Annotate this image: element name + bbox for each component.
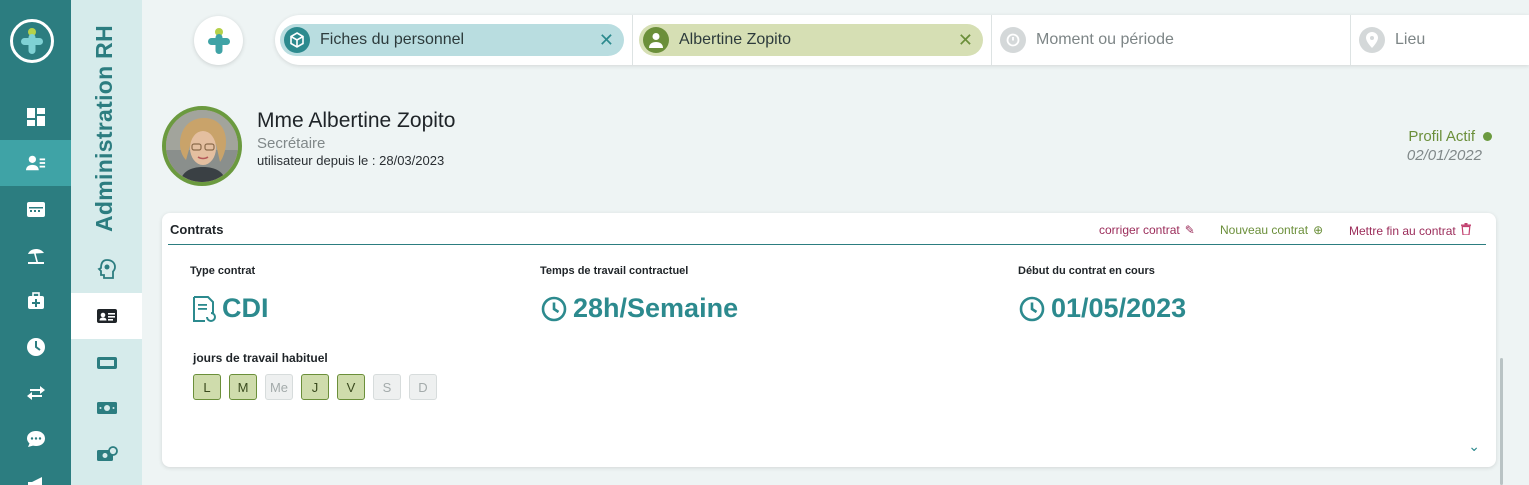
location-pin-icon [1359,27,1385,53]
cube-icon [284,27,310,53]
filter-bar: Fiches du personnel ✕ Albertine Zopito ✕… [275,15,1529,65]
day-toggle-friday[interactable]: V [337,374,365,400]
subnav-item-psychology[interactable] [71,246,142,292]
nav-transfers[interactable] [0,370,71,416]
divider [991,15,992,65]
contracts-title: Contrats [170,222,224,237]
end-contract-label: Mettre fin au contrat [1349,223,1456,238]
megaphone-icon [27,477,42,485]
nav-holidays[interactable] [0,232,71,278]
scrollbar[interactable] [1500,358,1503,485]
close-icon[interactable]: ✕ [958,30,973,50]
profile-since: utilisateur depuis le : 28/03/2023 [257,153,445,168]
day-toggle-monday[interactable]: L [193,374,221,400]
beach-umbrella-icon [27,248,44,264]
new-contract-button[interactable]: Nouveau contrat ⊕ [1220,223,1323,237]
fix-contract-label: corriger contrat [1099,223,1180,237]
contract-type-value: CDI [192,293,269,324]
contract-type-text: CDI [222,293,269,323]
nav-users[interactable] [0,140,71,186]
main-nav [0,0,71,485]
day-toggle-sunday[interactable]: D [409,374,437,400]
nav-messages[interactable] [0,416,71,462]
work-days: L M Me J V S D [193,374,445,400]
profile-role: Secrétaire [257,135,326,152]
contracts-card: Contrats corriger contrat ✎ Nouveau cont… [162,213,1496,467]
sub-nav: Administration RH [71,0,142,485]
profile-status-label: Profil Actif [1408,128,1475,145]
add-circle-icon: ⊕ [1313,223,1324,237]
money-settings-icon [96,446,118,461]
subnav-item-tickets[interactable] [71,340,142,386]
filter-chip-module[interactable]: Fiches du personnel ✕ [280,24,624,56]
chevron-down-icon[interactable]: ⌄ [1468,438,1480,455]
contract-start-label: Début du contrat en cours [1018,265,1155,277]
fix-contract-button[interactable]: corriger contrat ✎ [1099,223,1195,237]
profile-status: Profil Actif [1408,128,1492,145]
users-list-icon [25,155,45,171]
person-icon [643,27,669,53]
divider [168,244,1486,245]
filter-chip-person[interactable]: Albertine Zopito ✕ [639,24,983,56]
pencil-icon: ✎ [1184,223,1195,237]
clock-icon [26,338,45,356]
nav-time[interactable] [0,324,71,370]
head-gear-icon [96,259,116,279]
transfer-arrows-icon [26,386,45,400]
close-icon[interactable]: ✕ [599,30,614,50]
subnav-item-contracts[interactable] [71,293,142,339]
nav-schedule[interactable] [0,186,71,232]
divider [1350,15,1351,65]
work-time-value: 28h/Semaine [541,293,738,324]
dashboard-icon [26,108,45,126]
new-contract-label: Nouveau contrat [1220,223,1309,237]
ticket-icon [96,357,117,369]
app-logo-icon[interactable] [10,19,54,63]
day-toggle-saturday[interactable]: S [373,374,401,400]
filter-chip-module-label: Fiches du personnel [320,31,465,48]
profile-name: Mme Albertine Zopito [257,109,456,132]
home-logo-icon[interactable] [194,16,243,65]
medical-kit-icon [27,292,44,309]
work-time-label: Temps de travail contractuel [540,265,689,277]
banknote-icon [96,402,117,414]
end-contract-button[interactable]: Mettre fin au contrat [1349,223,1471,238]
status-dot-icon [1483,132,1492,141]
profile-status-date: 02/01/2022 [1406,147,1482,164]
contract-type-label: Type contrat [190,265,256,277]
contract-start-text: 01/05/2023 [1051,293,1187,323]
subnav-item-salary[interactable] [71,385,142,431]
timer-icon [1000,27,1026,53]
contract-start-value: 01/05/2023 [1019,293,1186,324]
filter-chip-person-label: Albertine Zopito [679,31,792,48]
nav-medical[interactable] [0,278,71,324]
clock-icon [541,296,567,321]
period-filter-placeholder: Moment ou période [1036,31,1174,48]
subnav-item-payroll-settings[interactable] [71,432,142,478]
day-toggle-thursday[interactable]: J [301,374,329,400]
nav-dashboard[interactable] [0,94,71,140]
avatar [162,106,242,186]
contract-document-icon [193,295,216,322]
work-time-text: 28h/Semaine [573,293,739,323]
calendar-card-icon [26,202,45,217]
nav-announcements[interactable] [0,462,71,485]
place-filter[interactable]: Lieu [1359,24,1425,56]
day-toggle-wednesday[interactable]: Me [265,374,293,400]
clock-icon [1019,296,1045,321]
day-toggle-tuesday[interactable]: M [229,374,257,400]
place-filter-placeholder: Lieu [1395,31,1426,48]
work-days-label: jours de travail habituel [193,351,328,365]
divider [632,15,633,65]
period-filter[interactable]: Moment ou période [1000,24,1174,56]
id-card-icon [96,309,117,323]
chat-icon [26,431,45,447]
trash-icon [1460,223,1471,238]
section-title: Administration RH [91,25,117,232]
